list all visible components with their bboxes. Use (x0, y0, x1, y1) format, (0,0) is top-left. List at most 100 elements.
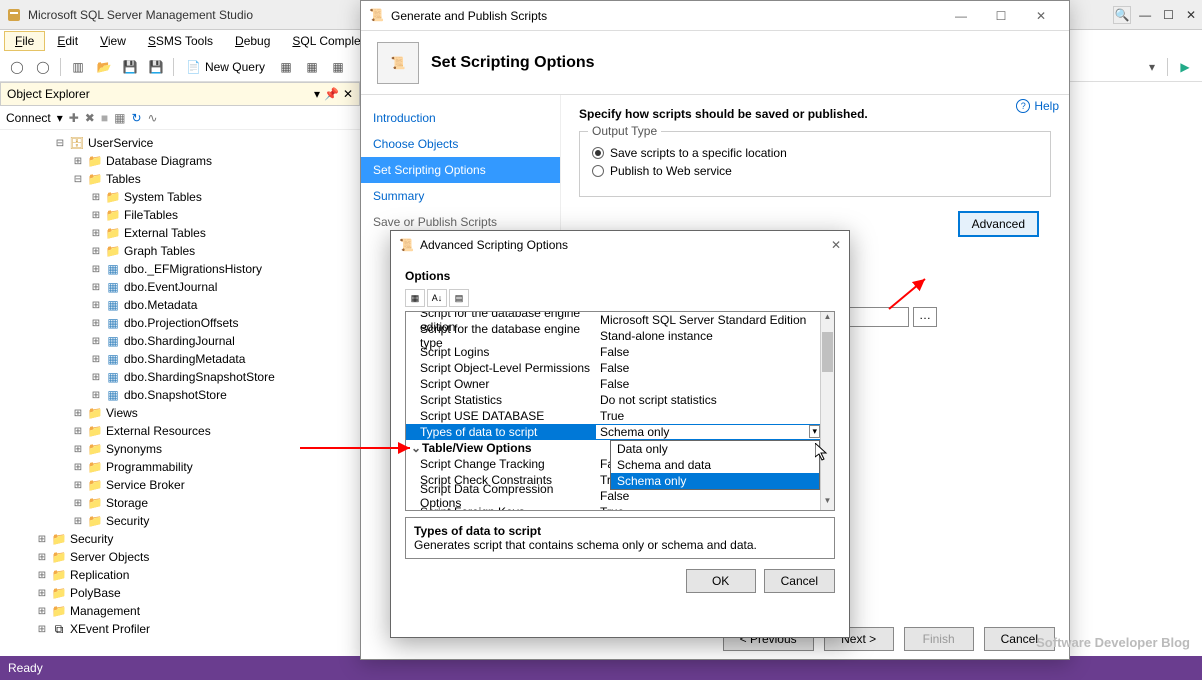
tree-item[interactable]: dbo.ShardingMetadata (124, 352, 245, 366)
close-button[interactable]: ✕ (1186, 8, 1196, 22)
dropdown-arrow-icon[interactable]: ▾ (809, 425, 820, 438)
browse-button[interactable]: … (913, 307, 937, 327)
nav-set-scripting-options[interactable]: Set Scripting Options (361, 157, 560, 183)
tb-icon-2[interactable]: ▦ (301, 56, 323, 78)
refresh-icon[interactable]: ↻ (131, 111, 141, 125)
save-icon[interactable]: 💾 (119, 56, 141, 78)
tree-item[interactable]: dbo.SnapshotStore (124, 388, 227, 402)
dd-schema-only[interactable]: Schema only (611, 473, 819, 489)
tb-icon-3[interactable]: ▦ (327, 56, 349, 78)
wizard-close-button[interactable]: ✕ (1021, 9, 1061, 23)
tree-item[interactable]: dbo._EFMigrationsHistory (124, 262, 262, 276)
tree-item[interactable]: dbo.ShardingSnapshotStore (124, 370, 275, 384)
grid-scrollbar[interactable]: ▲ ▼ (820, 312, 834, 510)
chevron-down-icon[interactable]: ⌄ (410, 441, 422, 455)
expander[interactable]: ⊞ (90, 192, 102, 203)
opt-value[interactable]: False (596, 345, 820, 359)
tree-item[interactable]: XEvent Profiler (70, 622, 150, 636)
expander[interactable]: ⊞ (72, 498, 84, 509)
opt-value[interactable]: False (596, 361, 820, 375)
opt-value[interactable]: Microsoft SQL Server Standard Edition (596, 313, 820, 327)
expander[interactable]: ⊞ (72, 480, 84, 491)
tree-item[interactable]: External Tables (124, 226, 206, 240)
expander[interactable]: ⊞ (72, 408, 84, 419)
oe-stop-icon[interactable]: ■ (101, 111, 108, 125)
nav-summary[interactable]: Summary (361, 183, 560, 209)
tree-item[interactable]: Synonyms (106, 442, 162, 456)
menu-ssmstools[interactable]: SSMS Tools (138, 32, 223, 50)
connect-label[interactable]: Connect (6, 111, 51, 125)
opt-value[interactable]: True (596, 409, 820, 423)
tree-item[interactable]: dbo.ProjectionOffsets (124, 316, 239, 330)
nav-back-icon[interactable]: ◯ (6, 56, 28, 78)
expander[interactable]: ⊞ (90, 300, 102, 311)
categorize-icon[interactable]: ▦ (405, 289, 425, 307)
opt-value[interactable]: False (596, 489, 820, 503)
expander[interactable]: ⊞ (90, 264, 102, 275)
grid-row[interactable]: Script for the database engine typeStand… (406, 328, 820, 344)
expander[interactable]: ⊞ (72, 444, 84, 455)
grid-row[interactable]: Script OwnerFalse (406, 376, 820, 392)
grid-row[interactable]: Script StatisticsDo not script statistic… (406, 392, 820, 408)
grid-row[interactable]: Script Object-Level PermissionsFalse (406, 360, 820, 376)
opt-value[interactable]: Do not script statistics (596, 393, 820, 407)
tree-db[interactable]: UserService (88, 136, 153, 150)
expander[interactable]: ⊞ (36, 552, 48, 563)
propertypages-icon[interactable]: ▤ (449, 289, 469, 307)
tree-item[interactable]: Views (106, 406, 138, 420)
wizard-maximize-button[interactable]: ☐ (981, 9, 1021, 23)
oe-activity-icon[interactable]: ∿ (148, 111, 158, 125)
scroll-down-icon[interactable]: ▼ (821, 496, 834, 510)
tree-item[interactable]: Service Broker (106, 478, 185, 492)
expander[interactable]: ⊞ (90, 372, 102, 383)
oe-filter-icon[interactable]: ▦ (114, 111, 125, 125)
options-grid[interactable]: Script for the database engine editionMi… (405, 311, 835, 511)
tree-item[interactable]: Management (70, 604, 140, 618)
expander[interactable]: ⊞ (72, 462, 84, 473)
grid-row-types-of-data[interactable]: Types of data to scriptSchema only▾ (406, 424, 820, 440)
nav-choose-objects[interactable]: Choose Objects (361, 131, 560, 157)
expander[interactable]: ⊞ (36, 588, 48, 599)
expander[interactable]: ⊞ (90, 210, 102, 221)
finish-button[interactable]: Finish (904, 627, 974, 651)
tree-item[interactable]: External Resources (106, 424, 211, 438)
opt-value[interactable]: False (596, 377, 820, 391)
maximize-button[interactable]: ☐ (1163, 8, 1174, 22)
expander[interactable]: ⊞ (90, 354, 102, 365)
object-explorer-tree[interactable]: ⊟🗄UserService ⊞📁Database Diagrams ⊟📁Tabl… (0, 130, 360, 640)
expander[interactable]: ⊞ (36, 606, 48, 617)
expander[interactable]: ⊞ (36, 570, 48, 581)
radio-publish-web[interactable]: Publish to Web service (592, 164, 1038, 178)
tree-item[interactable]: Database Diagrams (106, 154, 212, 168)
minimize-button[interactable]: — (1139, 8, 1151, 22)
dd-schema-and-data[interactable]: Schema and data (611, 457, 819, 473)
expander[interactable]: ⊞ (36, 624, 48, 635)
nav-fwd-icon[interactable]: ◯ (32, 56, 54, 78)
quick-launch-icon[interactable]: 🔍 (1113, 6, 1131, 24)
scroll-thumb[interactable] (822, 332, 833, 372)
tree-item[interactable]: Programmability (106, 460, 193, 474)
tree-item[interactable]: Replication (70, 568, 129, 582)
opt-value[interactable]: Stand-alone instance (596, 329, 820, 343)
alphabetize-icon[interactable]: A↓ (427, 289, 447, 307)
tree-item[interactable]: Storage (106, 496, 148, 510)
menu-edit[interactable]: Edit (47, 32, 88, 50)
oe-dropdown-icon[interactable]: ▾ (314, 87, 320, 101)
nav-introduction[interactable]: Introduction (361, 105, 560, 131)
menu-view[interactable]: View (90, 32, 136, 50)
oe-icon-1[interactable]: ✚ (69, 111, 79, 125)
pin-icon[interactable]: 📌 (324, 87, 339, 101)
oe-close-icon[interactable]: ✕ (343, 87, 353, 101)
connect-dropdown-icon[interactable]: ▾ (57, 111, 63, 125)
expander[interactable]: ⊟ (72, 174, 84, 185)
expander[interactable]: ⊞ (72, 516, 84, 527)
dd-data-only[interactable]: Data only (611, 441, 819, 457)
expander[interactable]: ⊞ (36, 534, 48, 545)
expander[interactable]: ⊞ (90, 228, 102, 239)
tree-item[interactable]: Tables (106, 172, 141, 186)
grid-row[interactable]: Script LoginsFalse (406, 344, 820, 360)
radio-save-location[interactable]: Save scripts to a specific location (592, 146, 1038, 160)
new-icon[interactable]: ▥ (67, 56, 89, 78)
grid-row[interactable]: Script USE DATABASETrue (406, 408, 820, 424)
tb-icon-1[interactable]: ▦ (275, 56, 297, 78)
